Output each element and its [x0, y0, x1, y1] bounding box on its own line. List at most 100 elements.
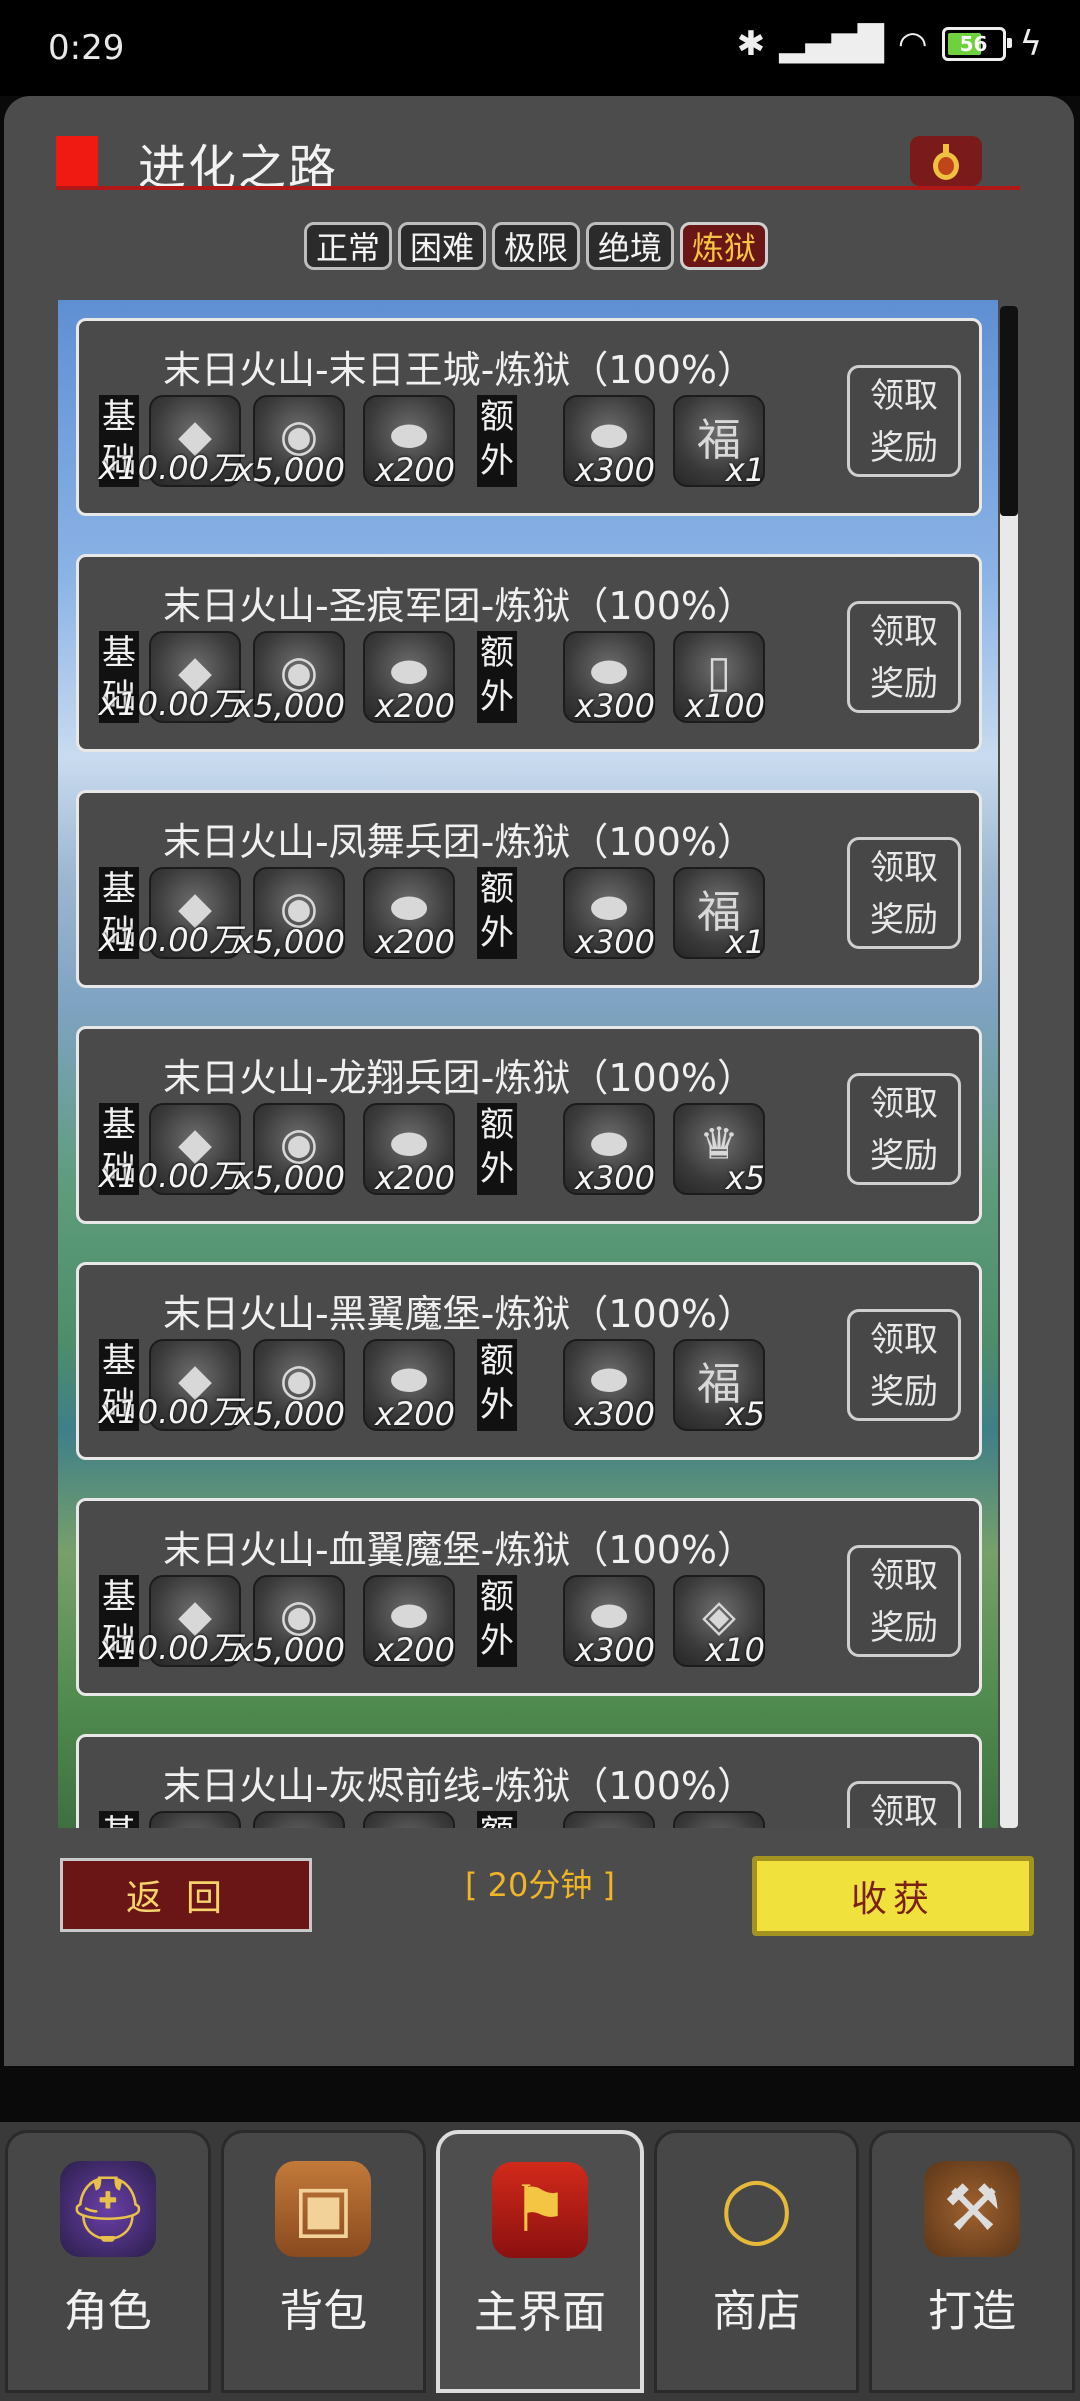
stage-title: 末日火山-凤舞兵团-炼狱（100%）	[162, 820, 756, 864]
reward-item[interactable]: ◉	[253, 1811, 345, 1828]
reward-item[interactable]: ⬬ x300	[563, 631, 655, 725]
reward-item[interactable]: ⬬ x200	[363, 1103, 455, 1197]
extra-reward-label: 额外	[477, 867, 517, 959]
reward-item[interactable]: ⬬ x300	[563, 1339, 655, 1433]
reward-item[interactable]: ◆ x10.00万	[98, 1103, 241, 1195]
stone-icon: ⬬	[590, 1826, 628, 1828]
timer-label: [ 20分钟 ]	[464, 1866, 616, 1904]
gem-button[interactable]	[910, 136, 982, 186]
reward-quantity: x300	[574, 687, 655, 725]
stage-title: 末日火山-末日王城-炼狱（100%）	[162, 348, 756, 392]
reward-item[interactable]: ◉ x5,000	[234, 1339, 345, 1433]
claim-reward-button[interactable]: 领取奖励	[847, 1309, 961, 1421]
reward-item[interactable]: ⬬ x200	[363, 395, 455, 489]
reward-quantity: x5,000	[234, 1395, 345, 1433]
claim-label-line2: 奖励	[870, 428, 938, 468]
tab-normal[interactable]: 正常	[304, 222, 392, 270]
signal-icon: ▂▄▆█	[779, 24, 884, 64]
harvest-button[interactable]: 收获	[752, 1856, 1034, 1936]
bottom-nav: ⛑ 角色 ▣ 背包 ⚑ 主界面 ◯ 商店 ⚒ 打造	[0, 2122, 1080, 2401]
reward-item[interactable]: ⬬ x200	[363, 1339, 455, 1433]
extra-reward-label: 额外	[477, 1103, 517, 1195]
back-button[interactable]: 返回	[60, 1858, 312, 1932]
reward-item[interactable]: ⬬	[363, 1811, 455, 1828]
reward-item[interactable]: ◆	[149, 1811, 241, 1828]
tab-desperate[interactable]: 绝境	[586, 222, 674, 270]
reward-item[interactable]: ⬬ x300	[563, 395, 655, 489]
extra-reward-label: 额外	[477, 631, 517, 723]
claim-label-line2: 奖励	[870, 1372, 938, 1412]
reward-item[interactable]: ◆ x10.00万	[98, 395, 241, 487]
claim-label-line2: 奖励	[870, 1608, 938, 1648]
reward-quantity: x200	[374, 1395, 455, 1433]
claim-reward-button[interactable]: 领取奖励	[847, 601, 961, 713]
stage-title: 末日火山-灰烬前线-炼狱（100%）	[162, 1764, 756, 1808]
reward-item[interactable]: ▯ x100	[673, 631, 765, 725]
claim-label-line2: 奖励	[870, 1136, 938, 1176]
reward-item[interactable]: ⬬ x200	[363, 867, 455, 961]
reward-item[interactable]: ⬬ x200	[363, 1575, 455, 1669]
reward-item[interactable]: ◆ x10.00万	[98, 631, 241, 723]
charging-icon: ϟ	[1019, 24, 1042, 64]
reward-item[interactable]: ◉ x5,000	[234, 631, 345, 725]
reward-item[interactable]: ◉ x5,000	[234, 1103, 345, 1197]
battery-level: 56	[959, 32, 988, 56]
gem-icon	[933, 144, 959, 180]
nav-forge[interactable]: ⚒ 打造	[869, 2130, 1075, 2393]
forge-bag-icon: ⚒	[924, 2161, 1021, 2257]
claim-reward-button[interactable]: 领取奖励	[847, 837, 961, 949]
claim-reward-button[interactable]: 领取奖励	[847, 365, 961, 477]
nav-main[interactable]: ⚑ 主界面	[436, 2130, 644, 2393]
nav-shop[interactable]: ◯ 商店	[653, 2130, 860, 2393]
claim-reward-button[interactable]: 领取奖励	[847, 1781, 961, 1828]
stage-title: 末日火山-血翼魔堡-炼狱（100%）	[162, 1528, 756, 1572]
reward-quantity: x200	[374, 1159, 455, 1197]
reward-item[interactable]: ♛ x5	[673, 1103, 765, 1197]
reward-item[interactable]: ◆ x10.00万	[98, 1575, 241, 1667]
reward-item[interactable]: 福 x5	[673, 1339, 765, 1433]
reward-quantity: x5	[725, 1395, 765, 1433]
reward-item[interactable]: 福 x1	[673, 395, 765, 489]
stage-title: 末日火山-龙翔兵团-炼狱（100%）	[162, 1056, 756, 1100]
nav-character[interactable]: ⛑ 角色	[5, 2130, 211, 2393]
nav-forge-label: 打造	[928, 2286, 1017, 2337]
claim-label-line1: 领取	[870, 376, 938, 416]
status-bar: 0:29 ✱ ▂▄▆█ ◠ 56 ϟ	[0, 0, 1080, 96]
reward-quantity: x300	[574, 1159, 655, 1197]
claim-label-line1: 领取	[870, 1556, 938, 1596]
tab-extreme[interactable]: 极限	[492, 222, 580, 270]
extra-reward-label: 额外	[477, 395, 517, 487]
claim-label-line1: 领取	[870, 1084, 938, 1124]
reward-item[interactable]: ◉ x5,000	[234, 867, 345, 961]
reward-item[interactable]: ⬬ x300	[563, 867, 655, 961]
reward-item[interactable]: 福 x1	[673, 867, 765, 961]
reward-item[interactable]: ⬬ x300	[563, 1575, 655, 1669]
reward-quantity: x300	[574, 923, 655, 961]
reward-item[interactable]: ⬬	[563, 1811, 655, 1828]
claim-reward-button[interactable]: 领取奖励	[847, 1073, 961, 1185]
reward-item[interactable]: ◉ x5,000	[234, 1575, 345, 1669]
lucky-bag-icon: 福	[697, 1820, 741, 1828]
claim-label-line1: 领取	[870, 1320, 938, 1360]
nav-backpack[interactable]: ▣ 背包	[220, 2130, 427, 2393]
scrollbar-track[interactable]	[1000, 306, 1018, 1828]
stage-list[interactable]: 末日火山-末日王城-炼狱（100%） 基础 额外 ◆ x10.00万 ◉ x5,000 ⬬ x2…	[58, 300, 998, 1828]
stone-icon: ⬬	[390, 1826, 428, 1828]
tab-purgatory[interactable]: 炼狱	[680, 222, 768, 270]
reward-item[interactable]: ◈ x10	[673, 1575, 765, 1669]
reward-item[interactable]: ⬬ x300	[563, 1103, 655, 1197]
claim-reward-button[interactable]: 领取奖励	[847, 1545, 961, 1657]
banner-icon: ⚑	[491, 2162, 588, 2258]
stage-card: 末日火山-龙翔兵团-炼狱（100%） 基础 额外 ◆ x10.00万 ◉ x5,000 ⬬ x2…	[76, 1026, 982, 1224]
reward-quantity: x100	[684, 687, 765, 725]
reward-quantity: x300	[574, 451, 655, 489]
reward-item[interactable]: 福	[673, 1811, 765, 1828]
reward-item[interactable]: ◆ x10.00万	[98, 1339, 241, 1431]
reward-item[interactable]: ⬬ x200	[363, 631, 455, 725]
reward-item[interactable]: ◆ x10.00万	[98, 867, 241, 959]
reward-item[interactable]: ◉ x5,000	[234, 395, 345, 489]
tab-hard[interactable]: 困难	[398, 222, 486, 270]
scrollbar-thumb[interactable]	[1000, 306, 1018, 516]
reward-quantity: x10.00万	[98, 1629, 241, 1667]
stage-card: 末日火山-血翼魔堡-炼狱（100%） 基础 额外 ◆ x10.00万 ◉ x5,000 ⬬ x2…	[76, 1498, 982, 1696]
